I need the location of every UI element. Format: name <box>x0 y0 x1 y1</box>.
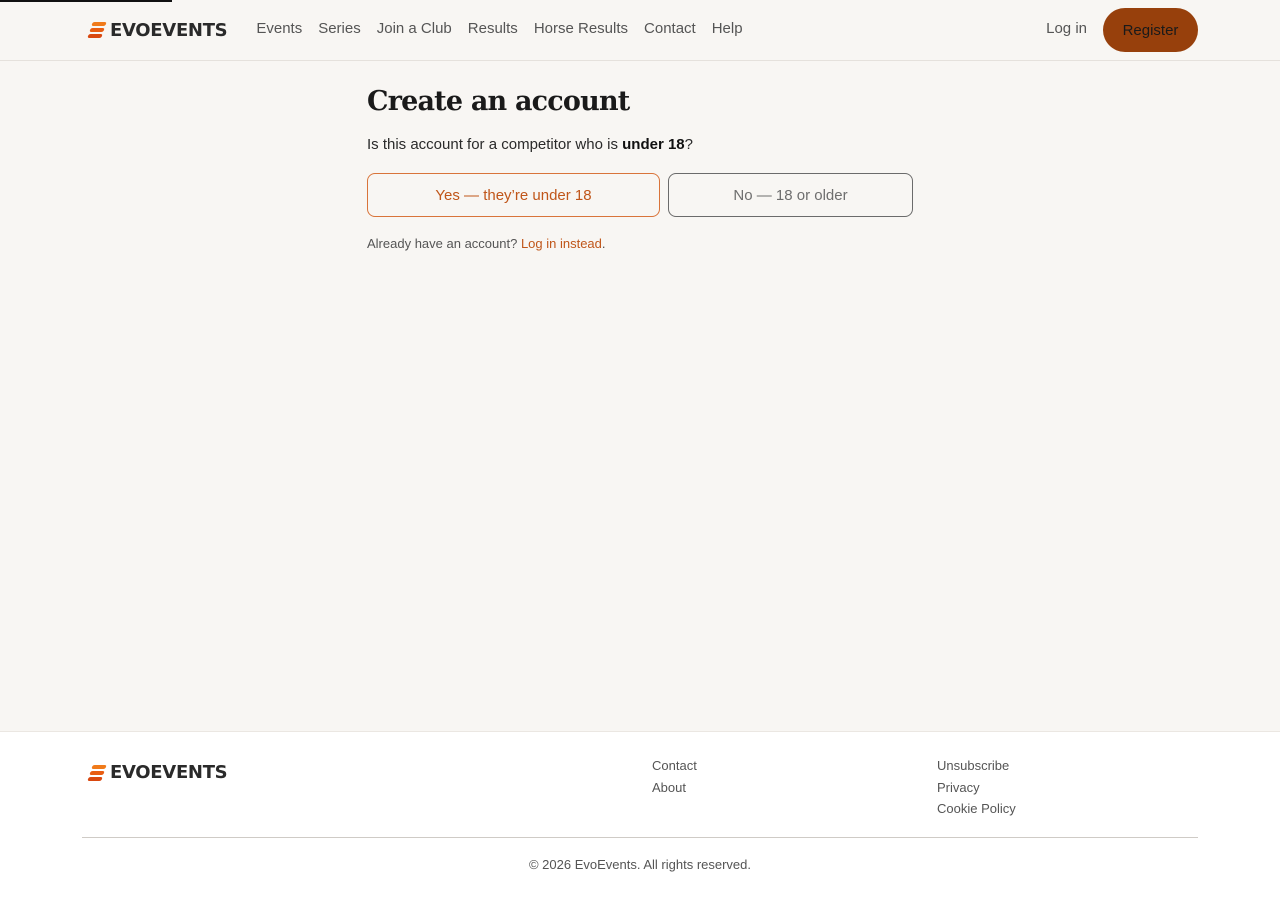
footer-contact-link[interactable]: Contact <box>652 758 697 775</box>
adult-button[interactable]: No — 18 or older <box>668 173 913 217</box>
nav-results[interactable]: Results <box>468 20 518 37</box>
site-header: EVOEVENTS Events Series Join a Club Resu… <box>0 0 1280 61</box>
brand-name: EVOEVENTS <box>110 19 228 41</box>
footer-about-link[interactable]: About <box>652 780 697 797</box>
login-link[interactable]: Log in <box>1046 20 1087 37</box>
question-prefix: Is this account for a competitor who is <box>367 136 623 153</box>
footer-brand-name: EVOEVENTS <box>110 762 228 783</box>
footer-logo-icon <box>87 764 107 781</box>
question-emphasis: under 18 <box>622 136 685 153</box>
footer-unsubscribe-link[interactable]: Unsubscribe <box>937 758 1016 775</box>
main-nav: Events Series Join a Club Results Horse … <box>256 20 742 37</box>
footer-divider <box>82 837 1198 838</box>
age-question: Is this account for a competitor who is … <box>367 136 927 153</box>
copyright: © 2026 EvoEvents. All rights reserved. <box>528 857 752 872</box>
header-actions: Log in Register <box>1046 8 1198 52</box>
under-18-button[interactable]: Yes — they’re under 18 <box>367 173 660 217</box>
existing-account-note: Already have an account? Log in instead. <box>367 236 927 251</box>
logo-icon <box>87 22 107 38</box>
footer-brand-logo[interactable]: EVOEVENTS <box>87 762 228 783</box>
nav-horse-results[interactable]: Horse Results <box>534 20 628 37</box>
question-suffix: ? <box>684 136 693 153</box>
already-text: Already have an account? <box>367 236 521 251</box>
nav-help[interactable]: Help <box>712 20 743 37</box>
footer-links-legal: Unsubscribe Privacy Cookie Policy <box>937 758 1016 818</box>
page-title: Create an account <box>367 86 630 117</box>
footer-privacy-link[interactable]: Privacy <box>937 780 1016 797</box>
nav-series[interactable]: Series <box>318 20 361 37</box>
age-choices: Yes — they’re under 18 No — 18 or older <box>367 173 927 217</box>
already-suffix: . <box>601 236 606 251</box>
login-instead-link[interactable]: Log in instead <box>521 236 602 251</box>
footer-links-company: Contact About <box>652 758 697 796</box>
signup-panel: Create an account Is this account for a … <box>367 86 927 251</box>
brand-logo[interactable]: EVOEVENTS <box>87 19 228 41</box>
site-footer: EVOEVENTS Contact About Unsubscribe Priv… <box>0 731 1280 900</box>
register-button[interactable]: Register <box>1103 8 1198 52</box>
nav-contact[interactable]: Contact <box>644 20 696 37</box>
nav-events[interactable]: Events <box>256 20 302 37</box>
footer-cookie-policy-link[interactable]: Cookie Policy <box>937 801 1016 818</box>
nav-join-a-club[interactable]: Join a Club <box>377 20 452 37</box>
